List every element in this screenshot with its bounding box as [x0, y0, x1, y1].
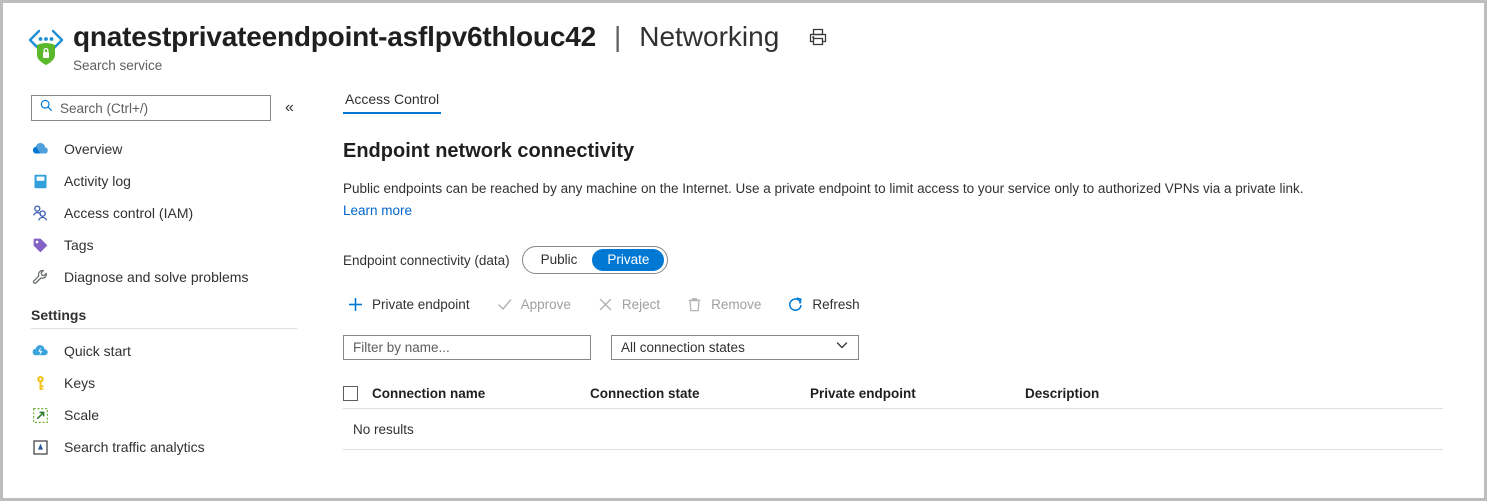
section-title: Endpoint network connectivity	[343, 140, 1476, 163]
page-header: qnatestprivateendpoint-asflpv6thlouc42 |…	[3, 3, 1484, 85]
resource-name: qnatestprivateendpoint-asflpv6thlouc42	[73, 21, 596, 53]
double-chevron-left-icon[interactable]: «	[285, 100, 294, 116]
remove-button: Remove	[686, 296, 761, 313]
column-header-connection-state: Connection state	[590, 386, 810, 401]
section-description: Public endpoints can be reached by any m…	[343, 179, 1423, 220]
connections-table: Connection name Connection state Private…	[343, 378, 1443, 450]
endpoint-connectivity-row: Endpoint connectivity (data) Public Priv…	[343, 246, 1476, 274]
toolbar-button-label: Remove	[711, 297, 761, 312]
sidebar-item-label: Scale	[64, 407, 99, 423]
search-service-shield-icon	[26, 25, 66, 69]
plus-icon	[347, 296, 364, 313]
reject-button: Reject	[597, 296, 660, 313]
toolbar-button-label: Private endpoint	[372, 297, 470, 312]
sidebar-item-search-traffic-analytics[interactable]: Search traffic analytics	[27, 431, 323, 463]
endpoint-connectivity-label: Endpoint connectivity (data)	[343, 253, 510, 268]
table-empty-row: No results	[343, 409, 1443, 450]
column-header-private-endpoint: Private endpoint	[810, 386, 1025, 401]
tag-icon	[31, 236, 50, 255]
sidebar-item-activity-log[interactable]: Activity log	[27, 165, 323, 197]
search-icon	[40, 99, 53, 117]
quick-start-cloud-icon	[31, 342, 50, 361]
column-header-description: Description	[1025, 386, 1225, 401]
traffic-analytics-icon	[31, 438, 50, 457]
connection-state-value: All connection states	[621, 340, 745, 355]
print-icon[interactable]	[807, 26, 829, 48]
toolbar-button-label: Reject	[622, 297, 660, 312]
sidebar-item-label: Activity log	[64, 173, 131, 189]
sidebar-item-diagnose[interactable]: Diagnose and solve problems	[27, 261, 323, 293]
title-separator: |	[614, 21, 621, 53]
trash-icon	[686, 296, 703, 313]
cloud-icon	[31, 140, 50, 159]
toolbar-button-label: Approve	[521, 297, 571, 312]
sidebar-item-overview[interactable]: Overview	[27, 133, 323, 165]
search-input[interactable]: Search (Ctrl+/)	[31, 95, 271, 121]
sidebar-item-label: Quick start	[64, 343, 131, 359]
sidebar-item-label: Search traffic analytics	[64, 439, 205, 455]
sidebar-group-divider	[31, 328, 297, 329]
tab-label: Access Control	[345, 91, 439, 107]
table-header-row: Connection name Connection state Private…	[343, 378, 1443, 409]
tab-access-control[interactable]: Access Control	[343, 91, 441, 114]
tab-bar: Access Control	[343, 91, 1476, 114]
sidebar-item-access-control[interactable]: Access control (IAM)	[27, 197, 323, 229]
toggle-option-private[interactable]: Private	[592, 249, 664, 271]
select-all-checkbox[interactable]	[343, 386, 358, 401]
approve-button: Approve	[496, 296, 571, 313]
page-scope-label: Networking	[639, 21, 779, 53]
command-toolbar: Private endpoint Approve Reject	[343, 296, 1476, 313]
filter-row: Filter by name... All connection states	[343, 335, 1476, 360]
sidebar-item-quick-start[interactable]: Quick start	[27, 335, 323, 367]
resource-type-subtitle: Search service	[73, 58, 162, 73]
refresh-button[interactable]: Refresh	[787, 296, 859, 313]
sidebar-item-label: Access control (IAM)	[64, 205, 193, 221]
no-results-text: No results	[353, 422, 414, 437]
main-content: Access Control Endpoint network connecti…	[343, 91, 1476, 498]
column-header-connection-name: Connection name	[372, 386, 590, 401]
sidebar-item-label: Diagnose and solve problems	[64, 269, 248, 285]
refresh-icon	[787, 296, 804, 313]
sidebar: Search (Ctrl+/) « Overview	[3, 87, 323, 498]
toggle-option-public[interactable]: Public	[526, 249, 593, 271]
wrench-icon	[31, 268, 50, 287]
sidebar-item-label: Overview	[64, 141, 122, 157]
sidebar-item-scale[interactable]: Scale	[27, 399, 323, 431]
filter-by-name-input[interactable]: Filter by name...	[343, 335, 591, 360]
scale-arrow-icon	[31, 406, 50, 425]
key-icon	[31, 374, 50, 393]
sidebar-nav: Overview Activity log	[27, 133, 323, 463]
add-private-endpoint-button[interactable]: Private endpoint	[347, 296, 470, 313]
sidebar-item-tags[interactable]: Tags	[27, 229, 323, 261]
sidebar-item-label: Keys	[64, 375, 95, 391]
filter-placeholder: Filter by name...	[353, 340, 450, 355]
search-placeholder: Search (Ctrl+/)	[60, 101, 148, 116]
cross-icon	[597, 296, 614, 313]
sidebar-item-label: Tags	[64, 237, 94, 253]
page-title: qnatestprivateendpoint-asflpv6thlouc42 |…	[73, 21, 829, 53]
learn-more-link[interactable]: Learn more	[343, 201, 412, 221]
people-icon	[31, 204, 50, 223]
sidebar-search-row: Search (Ctrl+/) «	[31, 95, 294, 121]
toolbar-button-label: Refresh	[812, 297, 859, 312]
azure-portal-page: qnatestprivateendpoint-asflpv6thlouc42 |…	[0, 0, 1487, 501]
sidebar-group-settings-label: Settings	[27, 293, 323, 328]
connection-state-select[interactable]: All connection states	[611, 335, 859, 360]
chevron-down-icon	[835, 338, 849, 357]
sidebar-item-keys[interactable]: Keys	[27, 367, 323, 399]
activity-log-icon	[31, 172, 50, 191]
endpoint-connectivity-toggle[interactable]: Public Private	[522, 246, 669, 274]
description-text: Public endpoints can be reached by any m…	[343, 181, 1304, 196]
checkmark-icon	[496, 296, 513, 313]
